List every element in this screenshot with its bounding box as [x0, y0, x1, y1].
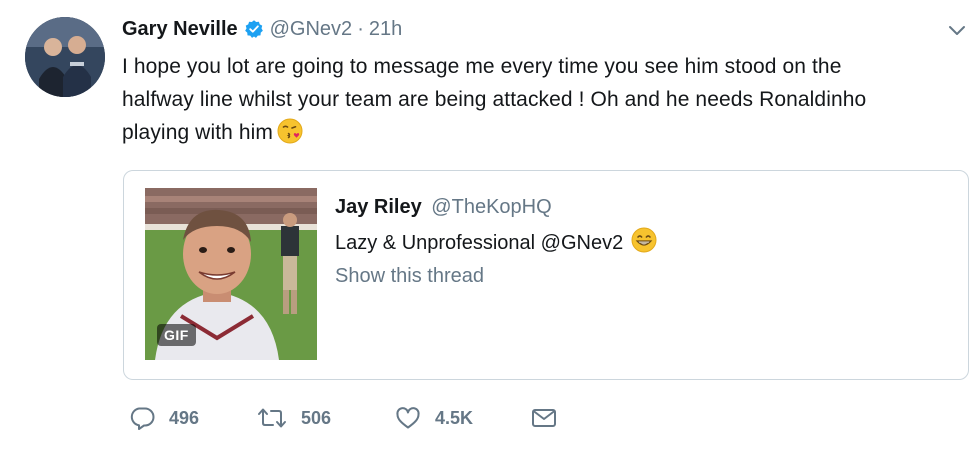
- retweet-button[interactable]: 506: [257, 406, 395, 430]
- tweet-text-line: playing with him: [122, 116, 952, 154]
- tweet-text-line: I hope you lot are going to message me e…: [122, 55, 842, 78]
- like-button[interactable]: 4.5K: [395, 406, 530, 430]
- verified-badge-icon: [244, 19, 264, 39]
- quoted-author-name[interactable]: Jay Riley: [335, 196, 422, 218]
- author-name[interactable]: Gary Neville: [122, 18, 238, 41]
- quoted-media-gif[interactable]: GIF: [145, 188, 317, 360]
- face-blowing-kiss-icon: [277, 118, 303, 154]
- retweet-icon: [257, 406, 287, 430]
- gif-badge: GIF: [157, 324, 196, 346]
- direct-message-icon: [530, 406, 558, 430]
- tweet-header: Gary Neville @GNev2 · 21h: [122, 16, 402, 42]
- tweet-text-line: halfway line whilst your team are being …: [122, 88, 867, 111]
- quoted-text: Lazy & Unprofessional @GNev2: [335, 227, 657, 259]
- tweet-timestamp[interactable]: 21h: [369, 18, 402, 41]
- quoted-header: Jay Riley @TheKopHQ: [335, 196, 552, 219]
- reply-count: 496: [169, 407, 200, 428]
- reply-icon: [129, 406, 155, 430]
- tweet-actions: 496 506 4.5K: [122, 400, 570, 436]
- grinning-face-icon: [631, 227, 657, 259]
- author-handle[interactable]: @GNev2: [270, 18, 353, 41]
- tweet-text: I hope you lot are going to message me e…: [122, 50, 952, 154]
- quoted-text-content: Lazy & Unprofessional @GNev2: [335, 231, 624, 254]
- avatar[interactable]: [25, 17, 105, 97]
- separator-dot: ·: [357, 17, 364, 40]
- tweet-text-fragment: playing with him: [122, 121, 273, 144]
- retweet-count: 506: [301, 407, 332, 428]
- quoted-author-handle[interactable]: @TheKopHQ: [431, 196, 551, 218]
- like-icon: [395, 406, 421, 430]
- reply-button[interactable]: 496: [122, 406, 257, 430]
- like-count: 4.5K: [435, 407, 474, 428]
- show-thread-link[interactable]: Show this thread: [335, 265, 484, 288]
- chevron-down-icon[interactable]: [944, 20, 970, 42]
- tweet-card[interactable]: Gary Neville @GNev2 · 21h I hope you lot…: [0, 0, 980, 452]
- direct-message-button[interactable]: [530, 406, 570, 430]
- quoted-tweet[interactable]: GIF Jay Riley @TheKopHQ Lazy & Unprofess…: [123, 170, 969, 380]
